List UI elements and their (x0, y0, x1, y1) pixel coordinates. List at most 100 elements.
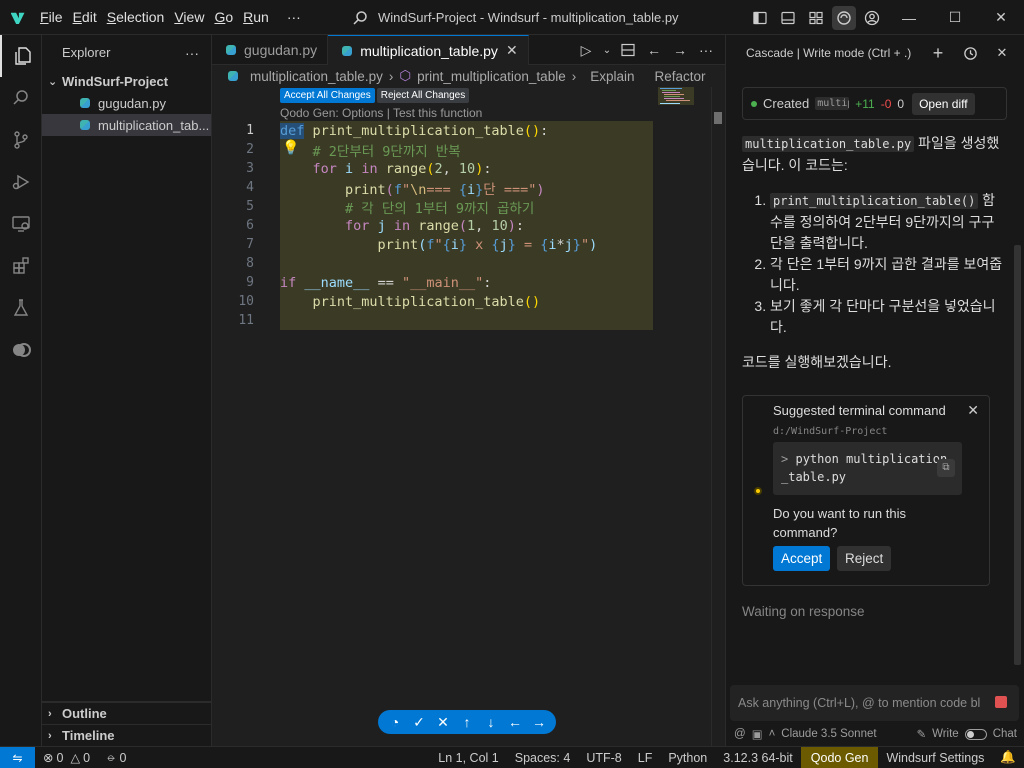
ports-status[interactable]: ⦵ 0 (98, 750, 134, 765)
notifications-bell-icon[interactable]: 🔔 (992, 750, 1024, 765)
python-interpreter[interactable]: 3.12.3 64-bit (715, 751, 801, 765)
encoding[interactable]: UTF-8 (578, 751, 629, 765)
accept-check-icon[interactable]: ✓ (410, 713, 428, 731)
stop-icon[interactable] (995, 696, 1007, 708)
tab-gugudan[interactable]: gugudan.py (212, 35, 329, 65)
code-text: # 각 단의 1부터 9까지 곱하기 (345, 200, 535, 217)
python-file-icon (78, 96, 92, 110)
explorer-icon[interactable] (0, 35, 42, 77)
arrow-up-icon[interactable]: ↑ (458, 713, 476, 731)
code-text: print_multiplication_table() (312, 293, 541, 310)
run-dropdown-icon[interactable]: ⌄ (601, 39, 613, 61)
diff-actions: Accept All Changes Reject All Changes (280, 88, 470, 103)
reject-button[interactable]: Reject (837, 546, 892, 571)
arrow-left-icon[interactable]: ← (506, 713, 524, 731)
close-icon[interactable]: ✕ (506, 42, 518, 59)
qodo-gen-button[interactable]: Qodo Gen (800, 747, 879, 768)
maximize-button[interactable]: ☐ (932, 0, 978, 35)
new-conversation-icon[interactable]: + (926, 41, 950, 65)
accept-button[interactable]: Accept (773, 546, 831, 571)
minimize-button[interactable]: — (886, 0, 932, 35)
indentation[interactable]: Spaces: 4 (507, 751, 579, 765)
copy-icon[interactable]: ⧉ (937, 459, 955, 477)
editor-actions: ▷ ⌄ ← → ··· (575, 35, 725, 65)
broadcast-icon: ⦵ (106, 750, 117, 764)
qodo-icon[interactable] (0, 329, 42, 371)
open-diff-button[interactable]: Open diff (912, 92, 975, 115)
toggle-panel-icon[interactable] (776, 6, 800, 30)
problems-status[interactable]: ⊗ 0 △ 0 (35, 750, 98, 766)
toggle-primary-sidebar-icon[interactable] (748, 6, 772, 30)
outline-section[interactable]: › Outline (42, 702, 212, 724)
menu-file[interactable]: File (35, 9, 68, 25)
explorer-more-icon[interactable]: ··· (185, 45, 199, 61)
testing-flask-icon[interactable] (0, 287, 42, 329)
breadcrumb-file[interactable]: multiplication_table.py (250, 69, 383, 84)
menu-run[interactable]: Run (238, 9, 274, 25)
explorer-title: Explorer (62, 45, 111, 60)
menu-edit[interactable]: Edit (68, 9, 102, 25)
account-icon[interactable] (860, 6, 884, 30)
created-file-name[interactable]: multiplication_table.py (815, 97, 850, 110)
close-icon[interactable]: ✕ (967, 402, 979, 419)
editor-scrollbar[interactable] (711, 87, 725, 747)
cascade-scrollbar[interactable] (1014, 245, 1021, 665)
arrow-right-icon[interactable]: → (669, 39, 691, 61)
minimap[interactable] (658, 87, 708, 105)
chevron-right-icon: › (48, 707, 52, 720)
source-control-icon[interactable] (0, 119, 42, 161)
reject-all-changes-button[interactable]: Reject All Changes (376, 88, 470, 103)
menu-go[interactable]: Go (209, 9, 238, 25)
command-text: python multiplication_table.py (781, 452, 948, 484)
timeline-section[interactable]: › Timeline (42, 724, 212, 746)
close-icon[interactable]: ✕ (990, 41, 1014, 65)
model-selector[interactable]: Claude 3.5 Sonnet (781, 728, 876, 740)
search-icon[interactable] (0, 77, 42, 119)
line-number: 1 (246, 123, 254, 138)
menu-view[interactable]: View (169, 9, 209, 25)
explain-button[interactable]: Explain (590, 69, 634, 84)
breadcrumb-symbol[interactable]: print_multiplication_table (417, 69, 566, 84)
method-icon: ⬡ (399, 68, 412, 83)
language-mode[interactable]: Python (660, 751, 715, 765)
extensions-icon[interactable] (0, 245, 42, 287)
menu-selection[interactable]: Selection (102, 9, 170, 25)
prompt-symbol: > (781, 452, 789, 466)
mode-toggle[interactable] (964, 728, 987, 740)
more-actions-icon[interactable]: ··· (695, 39, 717, 61)
remote-explorer-icon[interactable] (0, 203, 42, 245)
customize-layout-icon[interactable] (804, 6, 828, 30)
arrow-right-icon[interactable]: → (530, 713, 548, 731)
remote-icon[interactable]: ⇋ (0, 746, 35, 768)
close-window-button[interactable]: ✕ (978, 0, 1024, 35)
activity-bar (0, 35, 42, 746)
line-ending[interactable]: LF (630, 751, 661, 765)
qodo-codelens[interactable]: Qodo Gen: Options | Test this function (280, 106, 482, 120)
split-editor-icon[interactable] (617, 39, 639, 61)
run-debug-icon[interactable] (0, 161, 42, 203)
run-python-icon[interactable]: ▷ (575, 39, 597, 61)
command-center[interactable]: WindSurf-Project - Windsurf - multiplica… (352, 0, 679, 35)
menu-bar: File Edit Selection View Go Run ··· (35, 0, 306, 35)
tree-folder[interactable]: ⌄ WindSurf-Project (42, 70, 211, 92)
arrow-down-icon[interactable]: ↓ (482, 713, 500, 731)
code-editor[interactable]: 1 def print_multiplication_table(): 2 💡 # … (212, 121, 712, 330)
refactor-button[interactable]: Refactor (655, 69, 706, 84)
cascade-icon[interactable]: ◔ (386, 713, 404, 731)
cascade-chat-input[interactable]: Ask anything (Ctrl+L), @ to mention code… (730, 685, 1019, 721)
reject-x-icon[interactable]: ✕ (434, 713, 452, 731)
image-icon[interactable]: ▣ (752, 727, 763, 741)
windsurf-settings-button[interactable]: Windsurf Settings (878, 751, 992, 765)
tree-file-gugudan[interactable]: gugudan.py (42, 92, 211, 114)
mention-icon[interactable]: @ (734, 728, 746, 740)
windsurf-logo-icon[interactable] (0, 0, 35, 35)
cursor-position[interactable]: Ln 1, Col 1 (430, 751, 506, 765)
tree-file-multiplication-table[interactable]: multiplication_tab... (42, 114, 211, 136)
cascade-toggle-icon[interactable] (832, 5, 856, 30)
tab-multiplication-table[interactable]: multiplication_table.py ✕ (328, 35, 529, 65)
menu-more[interactable]: ··· (282, 9, 306, 25)
arrow-left-icon[interactable]: ← (643, 39, 665, 61)
history-icon[interactable] (958, 41, 982, 65)
accept-all-changes-button[interactable]: Accept All Changes (280, 88, 375, 103)
chevron-up-icon[interactable]: ˄ (769, 728, 776, 740)
